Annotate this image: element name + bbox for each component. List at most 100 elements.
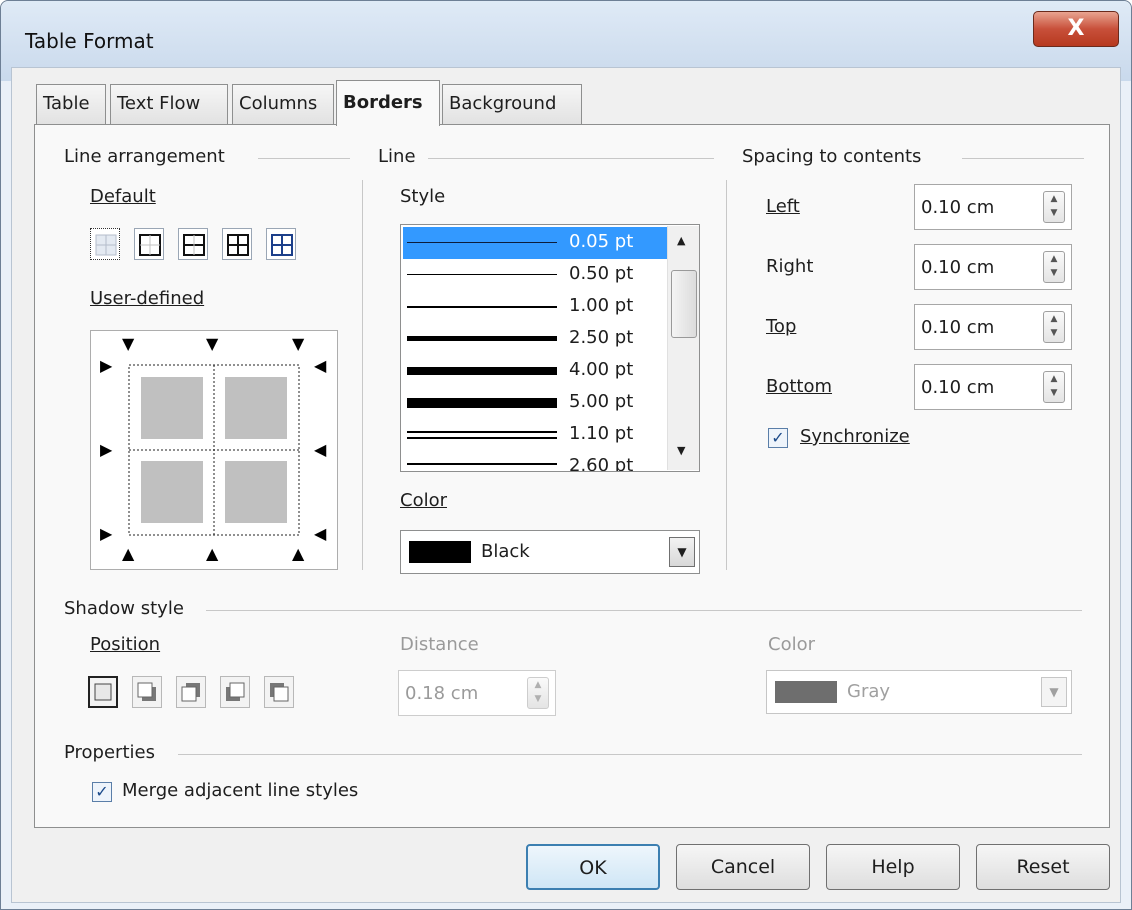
- tab-text-flow[interactable]: Text Flow: [110, 84, 228, 124]
- line-arrangement-rule: [258, 158, 350, 159]
- user-defined-border-preview[interactable]: [90, 330, 338, 570]
- default-label: Default: [90, 186, 156, 207]
- spin-buttons[interactable]: ▲ ▼: [1043, 251, 1065, 283]
- style-label: Style: [400, 186, 446, 207]
- line-color-label: Color: [400, 490, 447, 511]
- dropdown-arrow-icon[interactable]: ▼: [669, 537, 695, 567]
- border-preview-icon: [128, 364, 300, 536]
- tab-background[interactable]: Background: [442, 84, 582, 124]
- preset-all-borders-button[interactable]: [222, 228, 252, 260]
- spin-buttons[interactable]: ▲ ▼: [1043, 191, 1065, 223]
- shadow-bottom-right-button[interactable]: [132, 676, 162, 708]
- style-value: 0.05 pt: [569, 231, 634, 252]
- style-list-scrollbar[interactable]: ▲ ▼: [667, 226, 699, 470]
- section-divider: [362, 180, 363, 570]
- line-sample: [407, 274, 557, 275]
- right-spacing-field[interactable]: 0.10 cm ▲ ▼: [914, 244, 1072, 290]
- style-option-1-00[interactable]: 1.00 pt: [403, 291, 667, 323]
- line-sample: [407, 398, 557, 408]
- arrow-right-icon: ▶: [100, 356, 113, 375]
- line-sample: [407, 336, 557, 341]
- line-color-select[interactable]: Black ▼: [400, 530, 700, 574]
- scroll-down-icon[interactable]: ▼: [677, 444, 685, 457]
- style-option-1-10[interactable]: 1.10 pt: [403, 419, 667, 451]
- cancel-button[interactable]: Cancel: [676, 844, 810, 890]
- spin-buttons[interactable]: ▲ ▼: [1043, 371, 1065, 403]
- shadow-bottom-left-button[interactable]: [220, 676, 250, 708]
- preset-outer-horizontal-icon: [183, 234, 205, 256]
- synchronize-checkbox[interactable]: ✓: [768, 428, 788, 448]
- preset-outer-icon: [139, 234, 161, 256]
- line-sample: [407, 242, 557, 243]
- left-spacing-label: Left: [766, 196, 800, 217]
- shadow-top-left-icon: [270, 683, 289, 702]
- properties-heading: Properties: [64, 742, 155, 763]
- bottom-spacing-label: Bottom: [766, 376, 833, 397]
- shadow-position-label: Position: [90, 634, 161, 655]
- arrow-right-icon: ▶: [100, 524, 113, 543]
- preset-none-icon: [95, 234, 117, 256]
- ok-button[interactable]: OK: [526, 844, 660, 890]
- style-option-2-60[interactable]: 2.60 pt: [403, 451, 667, 471]
- style-option-0-05[interactable]: 0.05 pt: [403, 227, 667, 259]
- tab-table[interactable]: Table: [36, 84, 106, 124]
- line-sample: [407, 431, 557, 433]
- top-spacing-field[interactable]: 0.10 cm ▲ ▼: [914, 304, 1072, 350]
- scroll-thumb[interactable]: [671, 270, 697, 338]
- shadow-top-right-icon: [181, 683, 200, 702]
- shadow-bottom-right-icon: [137, 682, 156, 701]
- reset-button[interactable]: Reset: [976, 844, 1110, 890]
- tab-borders[interactable]: Borders: [336, 80, 440, 126]
- line-sample: [407, 367, 557, 375]
- style-option-5-00[interactable]: 5.00 pt: [403, 387, 667, 419]
- scroll-up-icon[interactable]: ▲: [677, 234, 685, 247]
- preset-outer-only-inner-blue-button[interactable]: [266, 228, 296, 260]
- style-value: 2.50 pt: [569, 327, 634, 348]
- preset-outer-border-button[interactable]: [134, 228, 164, 260]
- shadow-top-left-button[interactable]: [264, 676, 294, 708]
- arrow-down-icon: ▼: [206, 334, 219, 353]
- left-spacing-field[interactable]: 0.10 cm ▲ ▼: [914, 184, 1072, 230]
- style-option-2-50[interactable]: 2.50 pt: [403, 323, 667, 355]
- arrow-down-icon: ▼: [122, 334, 135, 353]
- arrow-up-icon: ▲: [292, 544, 305, 563]
- shadow-style-heading: Shadow style: [64, 598, 184, 619]
- arrow-up-icon: ▲: [206, 544, 219, 563]
- top-spacing-label: Top: [766, 316, 797, 337]
- shadow-distance-field[interactable]: 0.18 cm ▲ ▼: [398, 670, 556, 716]
- shadow-section-rule: [206, 610, 1082, 611]
- shadow-color-label: Color: [768, 634, 815, 655]
- line-arrangement-heading: Line arrangement: [64, 146, 225, 167]
- shadow-color-select[interactable]: Gray ▼: [766, 670, 1072, 714]
- arrow-left-icon: ◀: [314, 440, 327, 459]
- line-color-value: Black: [481, 541, 530, 562]
- shadow-none-icon: [94, 683, 112, 701]
- dialog-title: Table Format: [25, 29, 154, 53]
- merge-line-styles-checkbox[interactable]: ✓: [92, 782, 112, 802]
- bottom-spacing-value: 0.10 cm: [921, 377, 995, 398]
- shadow-distance-label: Distance: [400, 634, 479, 655]
- tab-columns[interactable]: Columns: [232, 84, 334, 124]
- spin-buttons[interactable]: ▲ ▼: [527, 677, 549, 709]
- preset-no-borders-button[interactable]: [90, 228, 120, 260]
- arrow-right-icon: ▶: [100, 440, 113, 459]
- dropdown-arrow-icon[interactable]: ▼: [1041, 677, 1067, 707]
- style-option-0-50[interactable]: 0.50 pt: [403, 259, 667, 291]
- properties-section-rule: [178, 754, 1082, 755]
- line-sample: [407, 463, 557, 465]
- help-button[interactable]: Help: [826, 844, 960, 890]
- top-spacing-value: 0.10 cm: [921, 317, 995, 338]
- merge-line-styles-label: Merge adjacent line styles: [122, 780, 359, 801]
- preset-outer-inner-icon: [271, 234, 293, 256]
- line-section-rule: [428, 158, 714, 159]
- shadow-top-right-button[interactable]: [176, 676, 206, 708]
- spin-buttons[interactable]: ▲ ▼: [1043, 311, 1065, 343]
- style-option-4-00[interactable]: 4.00 pt: [403, 355, 667, 387]
- bottom-spacing-field[interactable]: 0.10 cm ▲ ▼: [914, 364, 1072, 410]
- style-value: 4.00 pt: [569, 359, 634, 380]
- line-style-listbox[interactable]: 0.05 pt 0.50 pt 1.00 pt 2.50 pt 4.00 pt …: [400, 224, 700, 472]
- shadow-none-button[interactable]: [88, 676, 118, 708]
- close-button[interactable]: X: [1033, 11, 1119, 47]
- preset-outer-horizontal-button[interactable]: [178, 228, 208, 260]
- preset-all-icon: [227, 234, 249, 256]
